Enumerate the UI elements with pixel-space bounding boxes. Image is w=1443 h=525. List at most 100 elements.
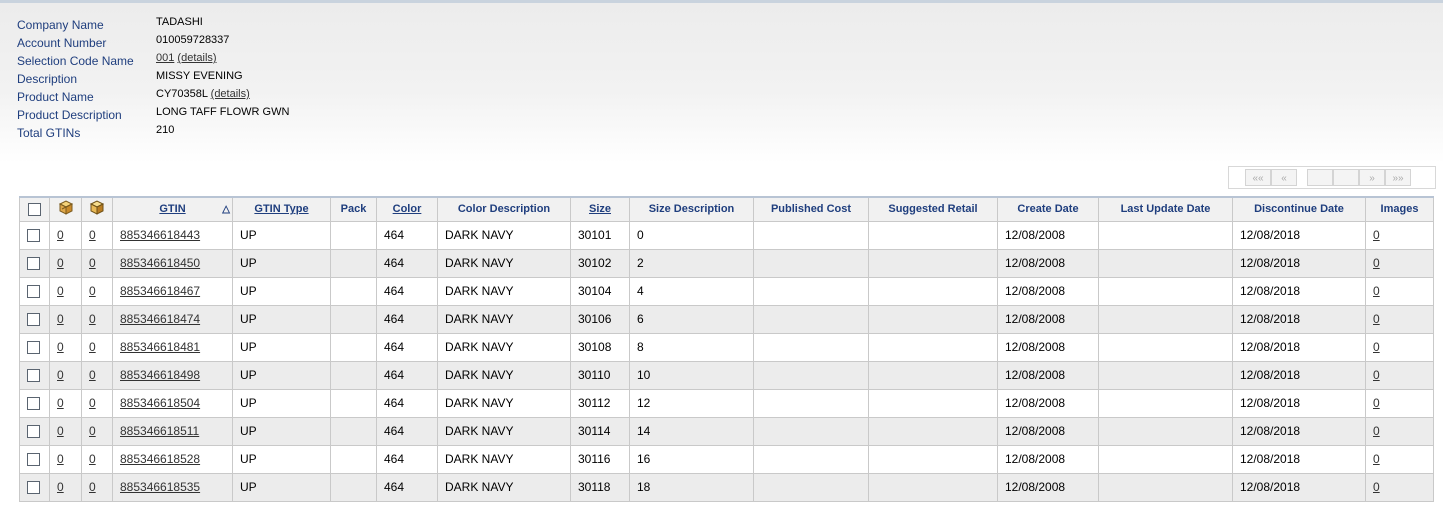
case-count-link[interactable]: 0 bbox=[57, 284, 64, 298]
gtin-type-cell: UP bbox=[232, 472, 331, 502]
pack-cell bbox=[330, 276, 377, 306]
column-header-images: Images bbox=[1365, 196, 1434, 222]
gtin-link[interactable]: 885346618474 bbox=[120, 312, 200, 326]
package-count-link[interactable]: 0 bbox=[89, 312, 96, 326]
sort-up-triangle-icon[interactable]: △ bbox=[222, 204, 230, 215]
discontinue-date-cell: 12/08/2018 bbox=[1232, 248, 1366, 278]
row-checkbox[interactable] bbox=[27, 453, 40, 467]
suggested-retail-cell bbox=[868, 388, 998, 418]
package-count-cell: 0 bbox=[81, 248, 113, 278]
gtin-type-header-label[interactable]: GTIN Type bbox=[254, 203, 308, 215]
gtin-header-label[interactable]: GTIN bbox=[159, 203, 185, 215]
package-count-link[interactable]: 0 bbox=[89, 452, 96, 466]
package-count-link[interactable]: 0 bbox=[89, 256, 96, 270]
product-name-text: CY70358L bbox=[156, 88, 208, 100]
column-header-gtin[interactable]: GTIN △ bbox=[112, 196, 233, 222]
images-link[interactable]: 0 bbox=[1373, 284, 1380, 298]
row-checkbox[interactable] bbox=[27, 481, 40, 495]
gtin-link[interactable]: 885346618498 bbox=[120, 368, 200, 382]
gtin-link[interactable]: 885346618443 bbox=[120, 228, 200, 242]
column-header-size-description: Size Description bbox=[629, 196, 754, 222]
row-checkbox[interactable] bbox=[27, 425, 40, 439]
size-cell: 30110 bbox=[570, 360, 630, 390]
column-header-gtin-type[interactable]: GTIN Type bbox=[232, 196, 331, 222]
discontinue-date-cell: 12/08/2018 bbox=[1232, 220, 1366, 250]
selection-code-details-link[interactable]: (details) bbox=[177, 52, 216, 64]
gtin-link[interactable]: 885346618528 bbox=[120, 452, 200, 466]
size-header-label[interactable]: Size bbox=[589, 203, 611, 215]
account-number-value: 010059728337 bbox=[156, 34, 230, 46]
package-count-link[interactable]: 0 bbox=[89, 396, 96, 410]
gtin-cell: 885346618528 bbox=[112, 444, 233, 474]
case-count-link[interactable]: 0 bbox=[57, 228, 64, 242]
package-count-link[interactable]: 0 bbox=[89, 368, 96, 382]
color-cell: 464 bbox=[376, 388, 438, 418]
row-checkbox[interactable] bbox=[27, 257, 40, 271]
case-count-link[interactable]: 0 bbox=[57, 480, 64, 494]
package-count-cell: 0 bbox=[81, 416, 113, 446]
last-page-button[interactable]: »» bbox=[1385, 169, 1411, 186]
case-count-link[interactable]: 0 bbox=[57, 424, 64, 438]
row-checkbox[interactable] bbox=[27, 397, 40, 411]
row-checkbox[interactable] bbox=[27, 369, 40, 383]
size-cell: 30112 bbox=[570, 388, 630, 418]
create-date-cell: 12/08/2008 bbox=[997, 304, 1099, 334]
select-all-checkbox[interactable] bbox=[28, 202, 41, 216]
row-checkbox[interactable] bbox=[27, 285, 40, 299]
images-link[interactable]: 0 bbox=[1373, 396, 1380, 410]
row-checkbox[interactable] bbox=[27, 313, 40, 327]
images-link[interactable]: 0 bbox=[1373, 256, 1380, 270]
images-link[interactable]: 0 bbox=[1373, 368, 1380, 382]
images-link[interactable]: 0 bbox=[1373, 480, 1380, 494]
column-header-size[interactable]: Size bbox=[570, 196, 630, 222]
images-cell: 0 bbox=[1365, 220, 1434, 250]
gtin-link[interactable]: 885346618450 bbox=[120, 256, 200, 270]
gtin-link[interactable]: 885346618535 bbox=[120, 480, 200, 494]
column-header-color[interactable]: Color bbox=[376, 196, 438, 222]
next-page-button[interactable]: » bbox=[1359, 169, 1385, 186]
row-checkbox[interactable] bbox=[27, 341, 40, 355]
discontinue-date-cell: 12/08/2018 bbox=[1232, 360, 1366, 390]
package-count-link[interactable]: 0 bbox=[89, 424, 96, 438]
package-count-link[interactable]: 0 bbox=[89, 284, 96, 298]
color-header-label[interactable]: Color bbox=[393, 203, 422, 215]
selection-code-link[interactable]: 001 bbox=[156, 52, 174, 64]
gtin-link[interactable]: 885346618511 bbox=[120, 424, 199, 438]
product-name-details-link[interactable]: (details) bbox=[211, 88, 250, 100]
size-description-cell: 2 bbox=[629, 248, 754, 278]
case-count-link[interactable]: 0 bbox=[57, 340, 64, 354]
images-link[interactable]: 0 bbox=[1373, 228, 1380, 242]
case-count-link[interactable]: 0 bbox=[57, 256, 64, 270]
case-count-link[interactable]: 0 bbox=[57, 452, 64, 466]
selection-code-value: 001 (details) bbox=[156, 52, 217, 64]
gtin-link[interactable]: 885346618467 bbox=[120, 284, 200, 298]
images-link[interactable]: 0 bbox=[1373, 312, 1380, 326]
gtin-link[interactable]: 885346618504 bbox=[120, 396, 200, 410]
color-cell: 464 bbox=[376, 304, 438, 334]
package-count-link[interactable]: 0 bbox=[89, 228, 96, 242]
images-link[interactable]: 0 bbox=[1373, 452, 1380, 466]
images-link[interactable]: 0 bbox=[1373, 424, 1380, 438]
gtin-link[interactable]: 885346618481 bbox=[120, 340, 200, 354]
size-description-cell: 16 bbox=[629, 444, 754, 474]
pack-cell bbox=[330, 360, 377, 390]
previous-page-button[interactable]: « bbox=[1271, 169, 1297, 186]
published-cost-cell bbox=[753, 332, 869, 362]
case-count-link[interactable]: 0 bbox=[57, 312, 64, 326]
pack-cell bbox=[330, 444, 377, 474]
row-checkbox[interactable] bbox=[27, 229, 40, 243]
case-count-link[interactable]: 0 bbox=[57, 396, 64, 410]
last-update-date-cell bbox=[1098, 220, 1233, 250]
images-link[interactable]: 0 bbox=[1373, 340, 1380, 354]
last-update-date-cell bbox=[1098, 388, 1233, 418]
pack-cell bbox=[330, 472, 377, 502]
product-description-value: LONG TAFF FLOWR GWN bbox=[156, 106, 290, 118]
table-row: 0 0 885346618535 UP 464 DARK NAVY 30118 18 12/08… bbox=[19, 472, 1434, 502]
product-description-label: Product Description bbox=[17, 108, 122, 122]
page-number-field[interactable] bbox=[1307, 169, 1333, 186]
case-count-link[interactable]: 0 bbox=[57, 368, 64, 382]
package-count-link[interactable]: 0 bbox=[89, 480, 96, 494]
first-page-button[interactable]: «« bbox=[1245, 169, 1271, 186]
create-date-cell: 12/08/2008 bbox=[997, 416, 1099, 446]
package-count-link[interactable]: 0 bbox=[89, 340, 96, 354]
